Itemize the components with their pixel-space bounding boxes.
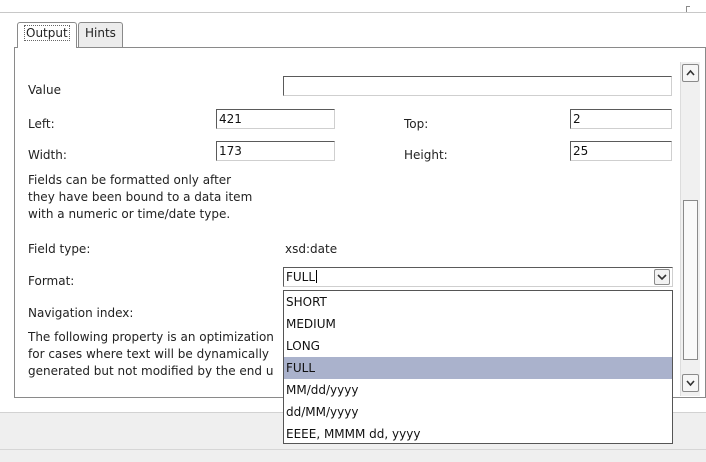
format-select-value: FULL — [286, 270, 316, 284]
scrollbar-thumb[interactable] — [683, 200, 698, 360]
vertical-scrollbar[interactable] — [680, 62, 700, 396]
top-divider — [0, 12, 706, 13]
arrow-up-icon[interactable] — [682, 64, 699, 82]
dropdown-option-mm-dd-yyyy[interactable]: MM/dd/yyyy — [284, 379, 672, 401]
dropdown-option-full[interactable]: FULL — [284, 357, 672, 379]
status-divider — [0, 449, 706, 450]
nav-index-label: Navigation index: — [28, 306, 134, 320]
tab-output-label: Output — [24, 25, 70, 41]
field-type-value: xsd:date — [285, 242, 338, 256]
format-note-line: Fields can be formatted only after — [28, 173, 232, 187]
text-caret — [316, 270, 318, 283]
corner-mark — [686, 6, 690, 12]
tab-hints-label: Hints — [85, 26, 116, 40]
value-input[interactable] — [283, 76, 672, 96]
chevron-down-icon[interactable] — [654, 269, 670, 285]
value-label: Value — [28, 83, 61, 97]
optimization-note: The following property is an optimizatio… — [28, 329, 283, 380]
height-label: Height: — [404, 148, 448, 162]
optimization-note-line: generated but not modified by the end u — [28, 364, 274, 378]
format-note-line: with a numeric or time/date type. — [28, 207, 231, 221]
format-dropdown-list[interactable]: SHORT MEDIUM LONG FULL MM/dd/yyyy dd/MM/… — [283, 290, 673, 444]
field-type-label: Field type: — [28, 242, 91, 256]
top-label: Top: — [404, 117, 429, 131]
width-label: Width: — [28, 148, 67, 162]
dropdown-option-short[interactable]: SHORT — [284, 291, 672, 313]
tab-hints[interactable]: Hints — [78, 22, 123, 47]
left-input[interactable]: 421 — [216, 109, 335, 129]
dropdown-option-long-date[interactable]: EEEE, MMMM dd, yyyy — [284, 423, 672, 445]
dropdown-option-long[interactable]: LONG — [284, 335, 672, 357]
optimization-note-line: The following property is an optimizatio… — [28, 330, 274, 344]
format-note-line: they have been bound to a data item — [28, 190, 253, 204]
format-note: Fields can be formatted only after they … — [28, 172, 252, 223]
dropdown-option-medium[interactable]: MEDIUM — [284, 313, 672, 335]
optimization-note-line: for cases where text will be dynamically — [28, 347, 270, 361]
format-select[interactable]: FULL — [283, 267, 673, 287]
arrow-down-icon[interactable] — [682, 374, 699, 392]
left-label: Left: — [28, 117, 55, 131]
top-input[interactable]: 2 — [570, 109, 672, 129]
height-input[interactable]: 25 — [570, 141, 672, 161]
tab-output[interactable]: Output — [17, 22, 77, 48]
width-input[interactable]: 173 — [216, 141, 335, 161]
format-label: Format: — [28, 274, 75, 288]
dropdown-option-dd-mm-yyyy[interactable]: dd/MM/yyyy — [284, 401, 672, 423]
